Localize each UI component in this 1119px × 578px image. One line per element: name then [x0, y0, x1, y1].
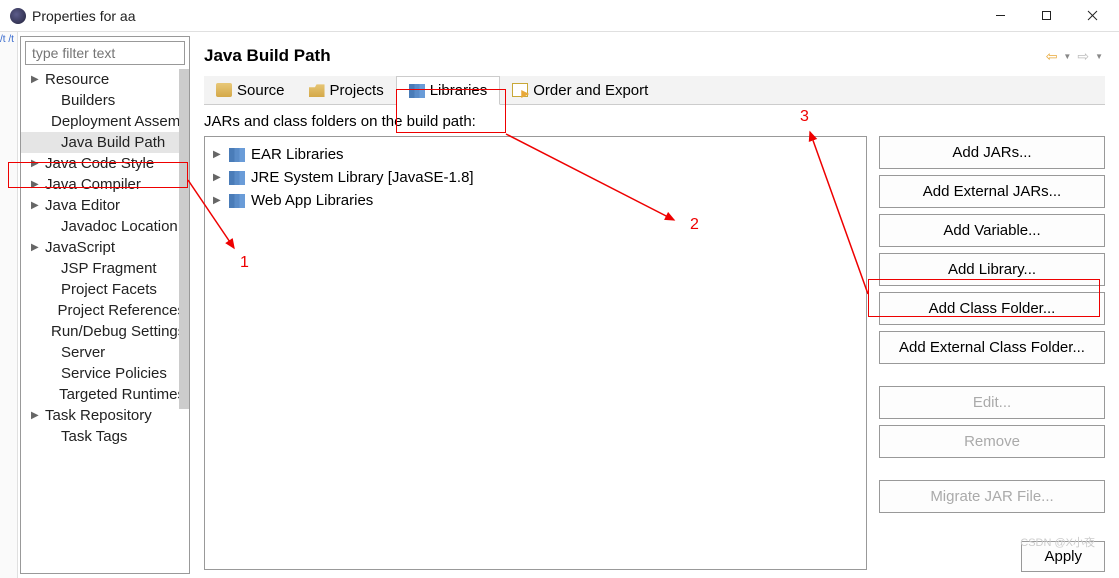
expand-icon: ▶ — [31, 158, 41, 169]
nav-back-menu[interactable]: ▼ — [1061, 52, 1073, 61]
tab-libraries[interactable]: Libraries — [396, 76, 501, 105]
library-icon — [229, 171, 245, 185]
library-icon — [229, 194, 245, 208]
add-external-jars-button[interactable]: Add External JARs... — [879, 175, 1105, 208]
sidebar-item-label: Run/Debug Settings — [51, 323, 185, 340]
edit-button: Edit... — [879, 386, 1105, 419]
sidebar-item[interactable]: ▶ JavaScript — [21, 237, 189, 258]
sidebar-item-label: Deployment Assembly — [51, 113, 189, 130]
titlebar: Properties for aa — [0, 0, 1119, 32]
source-icon — [216, 83, 232, 97]
tab-label: Libraries — [430, 82, 488, 99]
sidebar-item[interactable]: ▶ Java Code Style — [21, 153, 189, 174]
library-icon — [229, 148, 245, 162]
expand-icon: ▶ — [31, 179, 41, 190]
tabs: Source Projects Libraries Order and Export — [204, 76, 1105, 105]
tab-label: Source — [237, 82, 285, 99]
window-title: Properties for aa — [32, 8, 977, 24]
sidebar-item[interactable]: Javadoc Location — [21, 216, 189, 237]
add-class-folder-button[interactable]: Add Class Folder... — [879, 292, 1105, 325]
left-margin: /t /t — [0, 32, 18, 578]
scrollbar[interactable] — [179, 69, 189, 409]
sidebar-item-label: Service Policies — [61, 365, 167, 382]
sidebar-item-label: Project References — [57, 302, 185, 319]
sidebar-item-label: Task Repository — [45, 407, 152, 424]
library-label: EAR Libraries — [251, 146, 344, 163]
maximize-button[interactable] — [1023, 0, 1069, 32]
projects-icon — [309, 83, 325, 97]
nav-back-icon[interactable]: ⇦ — [1044, 48, 1060, 65]
sidebar-item-label: Builders — [61, 92, 115, 109]
order-icon — [512, 83, 528, 97]
add-jars-button[interactable]: Add JARs... — [879, 136, 1105, 169]
library-label: Web App Libraries — [251, 192, 373, 209]
library-item[interactable]: ▶ Web App Libraries — [209, 189, 862, 212]
removebutton: Remove — [879, 425, 1105, 458]
sidebar-item-label: Server — [61, 344, 105, 361]
sidebar-item[interactable]: ▶ Java Compiler — [21, 174, 189, 195]
sidebar-item-label: Java Compiler — [45, 176, 141, 193]
add-external-class-folder-button[interactable]: Add External Class Folder... — [879, 331, 1105, 364]
sidebar-item[interactable]: Project References — [21, 300, 189, 321]
expand-icon: ▶ — [31, 200, 41, 211]
expand-icon: ▶ — [31, 74, 41, 85]
sidebar-item[interactable]: Targeted Runtimes — [21, 384, 189, 405]
sidebar-item-label: Javadoc Location — [61, 218, 178, 235]
tab-order-and-export[interactable]: Order and Export — [500, 76, 660, 104]
sidebar-tree[interactable]: ▶ Resource Builders Deployment Assembly Java… — [21, 69, 189, 573]
sidebar-item[interactable]: ▶ Resource — [21, 69, 189, 90]
sidebar-item-label: Java Code Style — [45, 155, 154, 172]
libraries-list[interactable]: ▶ EAR Libraries ▶ JRE System Library [JavaS… — [204, 136, 867, 570]
filter-input[interactable] — [25, 41, 185, 65]
page-title: Java Build Path — [204, 46, 1044, 66]
sidebar-item[interactable]: Java Build Path — [21, 132, 189, 153]
nav-forward-icon[interactable]: ⇨ — [1075, 48, 1091, 65]
sidebar-item-label: JSP Fragment — [61, 260, 157, 277]
content-area: Java Build Path ⇦ ▼ ⇨ ▼ Source Projects Li… — [190, 32, 1119, 578]
sidebar-item[interactable]: Run/Debug Settings — [21, 321, 189, 342]
sidebar-item[interactable]: ▶ Task Repository — [21, 405, 189, 426]
sidebar-item-label: JavaScript — [45, 239, 115, 256]
sidebar-item[interactable]: Builders — [21, 90, 189, 111]
expand-icon: ▶ — [213, 172, 223, 183]
tab-projects[interactable]: Projects — [297, 76, 396, 104]
add-library-button[interactable]: Add Library... — [879, 253, 1105, 286]
nav-arrows: ⇦ ▼ ⇨ ▼ — [1044, 48, 1105, 65]
sidebar: ▶ Resource Builders Deployment Assembly Java… — [20, 36, 190, 574]
sidebar-item-label: Java Editor — [45, 197, 120, 214]
watermark: CSDN @X小夜 — [1020, 534, 1095, 550]
sidebar-item-label: Resource — [45, 71, 109, 88]
tab-source[interactable]: Source — [204, 76, 297, 104]
expand-icon: ▶ — [31, 242, 41, 253]
migrate-jar-file-button: Migrate JAR File... — [879, 480, 1105, 513]
sidebar-item-label: Project Facets — [61, 281, 157, 298]
sidebar-item[interactable]: JSP Fragment — [21, 258, 189, 279]
nav-forward-menu[interactable]: ▼ — [1093, 52, 1105, 61]
minimize-button[interactable] — [977, 0, 1023, 32]
sidebar-item-label: Java Build Path — [61, 134, 165, 151]
tab-label: Projects — [330, 82, 384, 99]
sidebar-item-label: Task Tags — [61, 428, 127, 445]
add-variable-button[interactable]: Add Variable... — [879, 214, 1105, 247]
close-button[interactable] — [1069, 0, 1115, 32]
library-item[interactable]: ▶ JRE System Library [JavaSE-1.8] — [209, 166, 862, 189]
libraries-icon — [409, 84, 425, 98]
eclipse-icon — [10, 8, 26, 24]
sidebar-item[interactable]: Task Tags — [21, 426, 189, 447]
sidebar-item[interactable]: Service Policies — [21, 363, 189, 384]
window-controls — [977, 0, 1115, 32]
library-label: JRE System Library [JavaSE-1.8] — [251, 169, 474, 186]
button-column: Add JARs... Add External JARs... Add Varia… — [879, 136, 1105, 570]
expand-icon: ▶ — [213, 195, 223, 206]
subtitle: JARs and class folders on the build path… — [204, 105, 1105, 136]
sidebar-item[interactable]: ▶ Java Editor — [21, 195, 189, 216]
expand-icon: ▶ — [31, 410, 41, 421]
tab-label: Order and Export — [533, 82, 648, 99]
library-item[interactable]: ▶ EAR Libraries — [209, 143, 862, 166]
sidebar-item[interactable]: Deployment Assembly — [21, 111, 189, 132]
sidebar-item[interactable]: Server — [21, 342, 189, 363]
expand-icon: ▶ — [213, 149, 223, 160]
sidebar-item-label: Targeted Runtimes — [59, 386, 185, 403]
sidebar-item[interactable]: Project Facets — [21, 279, 189, 300]
